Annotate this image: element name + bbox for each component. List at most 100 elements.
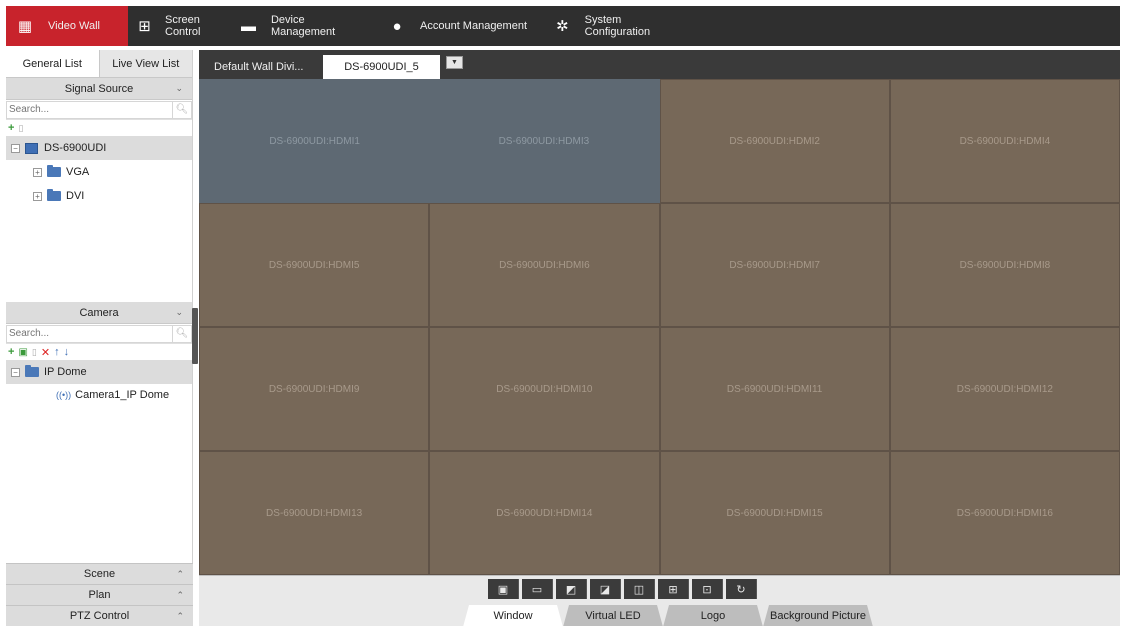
delete-file-icon[interactable]: ▯ bbox=[18, 123, 23, 134]
arrow-down-icon[interactable]: ↓ bbox=[64, 346, 70, 358]
signal-source-search-input[interactable] bbox=[6, 100, 172, 119]
nav-device-management[interactable]: ▬ Device Management bbox=[230, 6, 378, 46]
tab-logo[interactable]: Logo bbox=[663, 605, 763, 626]
camera-group-node[interactable]: − IP Dome bbox=[6, 360, 192, 384]
nav-account-management[interactable]: ● Account Management bbox=[378, 6, 544, 46]
chevron-up-icon: ⌃ bbox=[176, 568, 184, 579]
tool-buttons: ▣ ▭ ◩ ◪ ◫ ⊞ ⊡ ↻ bbox=[488, 579, 757, 599]
wall-cell[interactable]: DS-6900UDI:HDMI6 bbox=[429, 203, 660, 327]
add-icon[interactable]: + bbox=[8, 346, 14, 358]
device-icon: ▬ bbox=[240, 17, 256, 35]
tab-live-view-list[interactable]: Live View List bbox=[100, 50, 193, 77]
ptz-control-header[interactable]: PTZ Control ⌃ bbox=[6, 605, 193, 626]
folder-icon bbox=[47, 189, 61, 201]
scene-header[interactable]: Scene ⌃ bbox=[6, 563, 193, 584]
plan-header[interactable]: Plan ⌃ bbox=[6, 584, 193, 605]
camera-search-input[interactable] bbox=[6, 324, 172, 343]
delete-file-icon[interactable]: ▯ bbox=[32, 347, 37, 358]
arrow-up-icon[interactable]: ↑ bbox=[54, 346, 60, 358]
video-wall-icon: ▦ bbox=[17, 18, 33, 35]
window-select-icon[interactable]: ◩ bbox=[556, 579, 587, 599]
window-edit-icon[interactable]: ◪ bbox=[590, 579, 621, 599]
wall-cell[interactable]: DS-6900UDI:HDMI11 bbox=[659, 327, 890, 451]
main-area: Default Wall Divi... DS-6900UDI_5 ▼ DS-6… bbox=[199, 50, 1120, 626]
panel-collapse-handle[interactable] bbox=[192, 308, 198, 364]
tab-virtual-led[interactable]: Virtual LED bbox=[563, 605, 663, 626]
tab-general-list[interactable]: General List bbox=[6, 50, 100, 77]
wall-cell-label: DS-6900UDI:HDMI1 bbox=[269, 135, 360, 147]
wall-cell[interactable]: DS-6900UDI:HDMI5 bbox=[199, 203, 430, 327]
expand-icon[interactable]: + bbox=[33, 191, 42, 201]
nav-account-management-label: Account Management bbox=[420, 20, 528, 32]
camera-header[interactable]: Camera ⌄ bbox=[6, 302, 192, 324]
nav-system-configuration-label: System Configuration bbox=[584, 14, 651, 38]
tab-window[interactable]: Window bbox=[463, 605, 563, 626]
fullscreen-icon[interactable]: ⊡ bbox=[692, 579, 723, 599]
folder-icon bbox=[25, 365, 39, 377]
wall-window[interactable]: DS-6900UDI:HDMI1 DS-6900UDI:HDMI3 bbox=[199, 79, 660, 203]
signal-source-header[interactable]: Signal Source ⌄ bbox=[6, 78, 192, 100]
wall-cell[interactable]: DS-6900UDI:HDMI7 bbox=[659, 203, 890, 327]
nav-screen-control[interactable]: ⊞ Screen Control bbox=[128, 6, 230, 46]
user-icon: ● bbox=[392, 17, 402, 35]
scene-title: Scene bbox=[83, 568, 116, 580]
chevron-down-icon: ⌄ bbox=[175, 307, 183, 317]
add-icon[interactable]: + bbox=[8, 122, 14, 134]
collapse-icon[interactable]: − bbox=[11, 143, 20, 153]
wall-cell[interactable]: DS-6900UDI:HDMI15 bbox=[659, 451, 890, 575]
folder-icon bbox=[47, 165, 61, 177]
wall-cell[interactable]: DS-6900UDI:HDMI2 bbox=[659, 79, 890, 203]
signal-source-title: Signal Source bbox=[64, 82, 134, 95]
refresh-icon[interactable]: ↻ bbox=[726, 579, 757, 599]
wall-cell[interactable]: DS-6900UDI:HDMI13 bbox=[199, 451, 430, 575]
remove-icon[interactable]: ✕ bbox=[41, 346, 50, 359]
camera-group-label: IP Dome bbox=[44, 366, 87, 378]
import-icon[interactable]: ▣ bbox=[18, 347, 27, 358]
camera-item[interactable]: ((•)) Camera1_IP Dome bbox=[6, 384, 192, 406]
wall-cell[interactable]: DS-6900UDI:HDMI10 bbox=[429, 327, 660, 451]
wall-cell[interactable]: DS-6900UDI:HDMI9 bbox=[199, 327, 430, 451]
chevron-up-icon: ⌃ bbox=[176, 589, 184, 600]
camera-item-label: Camera1_IP Dome bbox=[75, 389, 170, 401]
wall-cell[interactable]: DS-6900UDI:HDMI12 bbox=[889, 327, 1120, 451]
expand-icon[interactable]: + bbox=[33, 167, 42, 177]
nav-system-configuration[interactable]: ✲ System Configuration bbox=[544, 6, 694, 46]
ptz-control-title: PTZ Control bbox=[69, 610, 130, 622]
wall-cell[interactable]: DS-6900UDI:HDMI8 bbox=[889, 203, 1120, 327]
search-icon[interactable]: 🔍︎ bbox=[172, 324, 192, 343]
tree-item-dvi[interactable]: + DVI bbox=[6, 184, 192, 208]
device-icon bbox=[25, 142, 38, 154]
collapse-icon[interactable]: − bbox=[11, 367, 20, 377]
camera-toolbar: + ▣ ▯ ✕ ↑ ↓ bbox=[6, 344, 192, 360]
split-icon[interactable]: ⊞ bbox=[658, 579, 689, 599]
signal-source-search: 🔍︎ bbox=[6, 100, 192, 120]
window-open-icon[interactable]: ▣ bbox=[488, 579, 519, 599]
wall-tabs: Default Wall Divi... DS-6900UDI_5 ▼ bbox=[199, 50, 1120, 79]
tree-item-label: VGA bbox=[66, 166, 90, 178]
device-node[interactable]: − DS-6900UDI bbox=[6, 136, 192, 160]
gear-icon: ✲ bbox=[556, 18, 569, 35]
tree-item-label: DVI bbox=[66, 190, 85, 202]
signal-icon: ((•)) bbox=[56, 390, 72, 400]
tab-dropdown-icon[interactable]: ▼ bbox=[446, 56, 463, 69]
wall-cell[interactable]: DS-6900UDI:HDMI4 bbox=[889, 79, 1120, 203]
image-icon[interactable]: ◫ bbox=[624, 579, 655, 599]
wall-cell-label: DS-6900UDI:HDMI3 bbox=[498, 135, 590, 147]
nav-video-wall[interactable]: ▦ Video Wall bbox=[6, 6, 128, 46]
monitor-icon[interactable]: ▭ bbox=[522, 579, 553, 599]
left-panel: General List Live View List Signal Sourc… bbox=[6, 50, 193, 626]
tree-item-vga[interactable]: + VGA bbox=[6, 160, 192, 184]
screen-grid-icon: ⊞ bbox=[138, 18, 151, 35]
tab-background-picture[interactable]: Background Picture bbox=[763, 605, 873, 626]
video-wall-grid: DS-6900UDI:HDMI1 DS-6900UDI:HDMI3 DS-690… bbox=[199, 79, 1120, 575]
tab-ds-6900udi-5[interactable]: DS-6900UDI_5 bbox=[323, 55, 440, 79]
camera-title: Camera bbox=[79, 306, 119, 319]
nav-video-wall-label: Video Wall bbox=[48, 20, 100, 32]
left-footer: Scene ⌃ Plan ⌃ PTZ Control ⌃ bbox=[6, 563, 193, 626]
wall-cell[interactable]: DS-6900UDI:HDMI14 bbox=[429, 451, 660, 575]
wall-cell[interactable]: DS-6900UDI:HDMI16 bbox=[889, 451, 1120, 575]
tab-default-wall[interactable]: Default Wall Divi... bbox=[206, 55, 323, 79]
search-icon[interactable]: 🔍︎ bbox=[172, 100, 192, 119]
bottom-tabs: Window Virtual LED Logo Background Pictu… bbox=[463, 605, 873, 626]
